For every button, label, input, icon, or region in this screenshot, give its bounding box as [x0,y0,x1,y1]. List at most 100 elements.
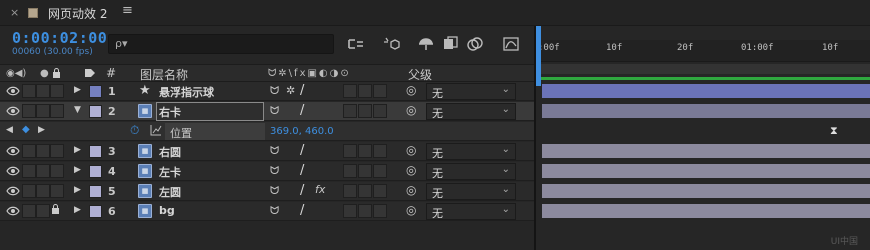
motion-blur-switch[interactable] [343,104,357,118]
shy-switch-icon[interactable]: ᗢ [270,84,279,98]
time-navigator[interactable] [536,32,870,38]
audio-toggle[interactable] [22,104,36,118]
collapse-switch-icon[interactable]: ✲ [286,84,295,97]
shy-switch-icon[interactable]: ᗢ [270,204,279,218]
3d-switch[interactable] [373,104,387,118]
motion-blur-switch[interactable] [343,164,357,178]
lock-header-icon[interactable] [52,68,61,81]
layer-duration-bar[interactable] [542,204,870,218]
label-color-swatch[interactable] [89,165,102,178]
keyframe-diamond-icon[interactable]: ◆ [22,124,30,135]
layer-duration-bar[interactable] [542,84,870,98]
chevron-right-icon[interactable]: ▶ [74,185,81,195]
close-tab-icon[interactable]: × [10,6,19,19]
layer-duration-bar[interactable] [542,144,870,158]
quality-switch-icon[interactable]: / [300,203,304,218]
3d-switch[interactable] [373,204,387,218]
number-header[interactable]: # [106,66,116,80]
audio-toggle[interactable] [22,144,36,158]
layer-name[interactable]: 左卡 [159,164,181,180]
eye-icon[interactable] [6,144,20,158]
quality-switch-icon[interactable]: / [300,83,304,98]
frame-blending-icon[interactable] [441,36,459,52]
layer-row[interactable]: ▶ 5 ▦ 左圆 ᗢ / fx ◎ 无 ⌄ [0,182,534,201]
quality-switch-icon[interactable]: / [300,143,304,158]
parent-dropdown[interactable]: 无 ⌄ [426,183,516,200]
solo-header-icon[interactable]: ● [40,68,49,79]
eye-icon[interactable] [6,184,20,198]
label-color-swatch[interactable] [89,85,102,98]
solo-toggle[interactable] [36,104,50,118]
audio-toggle[interactable] [22,204,36,218]
layer-name[interactable]: 左圆 [159,184,181,200]
motion-blur-switch[interactable] [343,204,357,218]
chevron-right-icon[interactable]: ▶ [74,205,81,215]
chevron-down-icon[interactable]: ▼ [74,105,81,115]
eye-icon[interactable] [6,84,20,98]
panel-menu-icon[interactable]: ≡ [122,3,133,18]
parent-pick-whip-icon[interactable]: ◎ [406,83,416,97]
chevron-right-icon[interactable]: ▶ [74,165,81,175]
layer-name[interactable]: 悬浮指示球 [159,84,214,100]
stopwatch-icon[interactable]: ⏱ [130,123,139,138]
time-ruler[interactable]: :00f 10f 20f 01:00f 10f [536,40,870,62]
parent-pick-whip-icon[interactable]: ◎ [406,163,416,177]
lock-toggle[interactable] [50,84,64,98]
switches-header[interactable]: ᗢ✲\fx▣◐◑⊙ [268,68,351,79]
adjustment-switch[interactable] [358,184,372,198]
parent-dropdown[interactable]: 无 ⌄ [426,163,516,180]
solo-toggle[interactable] [36,84,50,98]
layer-name[interactable]: 右卡 [159,104,181,120]
solo-toggle[interactable] [36,144,50,158]
label-color-swatch[interactable] [89,105,102,118]
work-area-bar[interactable] [536,64,870,74]
comp-mini-flowchart-icon[interactable] [347,36,365,52]
lock-icon[interactable] [51,204,60,218]
layer-row[interactable]: ▶ 3 ▦ 右圆 ᗢ / ◎ 无 ⌄ [0,142,534,161]
motion-blur-icon[interactable] [466,36,484,52]
label-color-swatch[interactable] [89,185,102,198]
fx-switch-icon[interactable]: fx [315,183,325,196]
lock-toggle[interactable] [50,184,64,198]
layer-row[interactable]: ▶ 4 ▦ 左卡 ᗢ / ◎ 无 ⌄ [0,162,534,181]
adjustment-switch[interactable] [358,204,372,218]
layer-duration-bar[interactable] [542,164,870,178]
audio-toggle[interactable] [22,84,36,98]
adjustment-switch[interactable] [358,144,372,158]
adjustment-switch[interactable] [358,164,372,178]
label-header-icon[interactable] [84,68,96,81]
shy-switch-icon[interactable]: ᗢ [270,104,279,118]
chevron-right-icon[interactable]: ▶ [74,145,81,155]
layer-row[interactable]: ▶ 1 ★ 悬浮指示球 ᗢ ✲ / ◎ 无 ⌄ [0,82,534,101]
lock-toggle[interactable] [50,164,64,178]
parent-pick-whip-icon[interactable]: ◎ [406,143,416,157]
chevron-right-icon[interactable]: ▶ [74,85,81,95]
property-row-position[interactable]: ◀ ◆ ▶ ⏱ 位置 369.0, 460.0 [0,122,534,141]
parent-dropdown[interactable]: 无 ⌄ [426,203,516,220]
layer-duration-bar[interactable] [542,184,870,198]
shy-switch-icon[interactable]: ᗢ [270,164,279,178]
quality-switch-icon[interactable]: / [300,183,304,198]
motion-blur-switch[interactable] [343,144,357,158]
motion-blur-switch[interactable] [343,84,357,98]
prev-keyframe-icon[interactable]: ◀ [6,125,13,135]
layer-row[interactable]: ▶ 6 ▦ bg ᗢ / ◎ 无 ⌄ [0,202,534,221]
eye-icon[interactable] [6,204,20,218]
adjustment-switch[interactable] [358,104,372,118]
quality-switch-icon[interactable]: / [300,163,304,178]
parent-pick-whip-icon[interactable]: ◎ [406,183,416,197]
solo-toggle[interactable] [36,204,50,218]
layer-name-header[interactable]: 图层名称 [140,66,188,83]
next-keyframe-icon[interactable]: ▶ [38,125,45,135]
audio-toggle[interactable] [22,164,36,178]
lock-toggle[interactable] [50,104,64,118]
graph-icon[interactable] [150,124,162,139]
draft-3d-icon[interactable] [382,36,400,52]
shy-switch-icon[interactable]: ᗢ [270,144,279,158]
parent-dropdown[interactable]: 无 ⌄ [426,83,516,100]
parent-header[interactable]: 父级 [408,66,432,83]
solo-toggle[interactable] [36,184,50,198]
keyframe-hourglass-icon[interactable]: ⧗ [830,124,838,138]
av-features-header-icon[interactable]: ◉◀) [6,68,26,79]
label-color-swatch[interactable] [89,145,102,158]
